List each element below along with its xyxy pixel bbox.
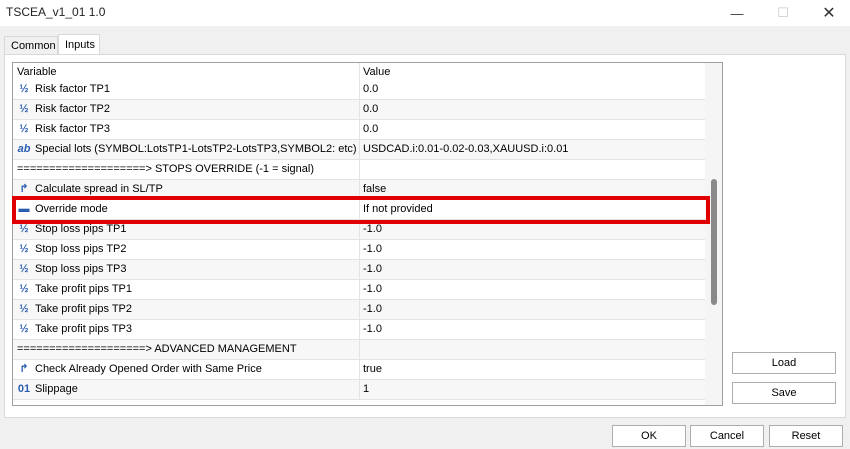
bool-arrow-icon: ↱ [19, 183, 29, 195]
row-value[interactable]: -1.0 [363, 283, 382, 295]
string-icon: ab [17, 143, 31, 155]
section-separator-row[interactable]: ====================> STOPS OVERRIDE (-1… [13, 160, 705, 180]
row-value[interactable]: 0.0 [363, 83, 378, 95]
column-header-value[interactable]: Value [363, 66, 390, 78]
table-row[interactable]: ½ Take profit pips TP2 -1.0 [13, 300, 705, 320]
row-value[interactable]: -1.0 [363, 223, 382, 235]
row-variable-name: Risk factor TP1 [35, 83, 110, 95]
row-variable-name: Risk factor TP3 [35, 123, 110, 135]
tab-common[interactable]: Common [4, 36, 58, 55]
grid-rows: ½ Risk factor TP1 0.0 ½ Risk factor TP2 0.0 ½ R… [13, 80, 705, 400]
half-icon: ½ [19, 303, 29, 315]
half-icon: ½ [19, 83, 29, 95]
scrollbar-thumb[interactable] [711, 179, 717, 305]
column-divider [359, 120, 360, 139]
half-icon: ½ [19, 263, 29, 275]
column-divider [359, 260, 360, 279]
bool-arrow-icon: ↱ [19, 363, 29, 375]
row-value[interactable]: false [363, 183, 386, 195]
column-divider [359, 160, 360, 179]
column-divider [359, 380, 360, 399]
table-row[interactable]: ½ Take profit pips TP1 -1.0 [13, 280, 705, 300]
row-value[interactable]: -1.0 [363, 243, 382, 255]
highlight-box [12, 196, 710, 224]
column-divider [359, 280, 360, 299]
grid-header: Variable Value [13, 63, 705, 81]
column-divider [359, 100, 360, 119]
row-value[interactable]: USDCAD.i:0.01-0.02-0.03,XAUUSD.i:0.01 [363, 143, 568, 155]
close-icon[interactable]: ✕ [806, 0, 850, 26]
maximize-icon[interactable]: ☐ [760, 0, 806, 26]
tab-inputs[interactable]: Inputs [58, 34, 100, 55]
title-bar: TSCEA_v1_01 1.0 — ☐ ✕ [0, 0, 850, 26]
half-icon: ½ [19, 283, 29, 295]
row-value[interactable]: -1.0 [363, 323, 382, 335]
row-variable-name: Stop loss pips TP1 [35, 223, 127, 235]
table-row[interactable]: ↱ Check Already Opened Order with Same Pr… [13, 360, 705, 380]
window-title: TSCEA_v1_01 1.0 [6, 5, 106, 19]
half-icon: ½ [19, 103, 29, 115]
row-value[interactable]: -1.0 [363, 303, 382, 315]
row-variable-name: ====================> ADVANCED MANAGEMEN… [17, 343, 297, 355]
row-variable-name: Stop loss pips TP3 [35, 263, 127, 275]
row-variable-name: Stop loss pips TP2 [35, 243, 127, 255]
column-divider [359, 80, 360, 99]
int-icon: 01 [17, 383, 31, 395]
table-row[interactable]: ½ Stop loss pips TP3 -1.0 [13, 260, 705, 280]
row-variable-name: Take profit pips TP2 [35, 303, 133, 315]
reset-button[interactable]: Reset [769, 425, 843, 447]
row-value[interactable]: 1 [363, 383, 369, 395]
row-value[interactable]: true [363, 363, 382, 375]
table-row[interactable]: ½ Stop loss pips TP2 -1.0 [13, 240, 705, 260]
half-icon: ½ [19, 123, 29, 135]
table-row[interactable]: 01 Slippage 1 [13, 380, 705, 400]
row-variable-name: Special lots (SYMBOL:LotsTP1-LotsTP2-Lot… [35, 143, 357, 155]
table-row[interactable]: ab Special lots (SYMBOL:LotsTP1-LotsTP2-L… [13, 140, 705, 160]
section-separator-row[interactable]: ====================> ADVANCED MANAGEMEN… [13, 340, 705, 360]
column-divider [359, 140, 360, 159]
column-divider [359, 63, 360, 81]
column-divider [359, 240, 360, 259]
half-icon: ½ [19, 223, 29, 235]
column-divider [359, 360, 360, 379]
load-button[interactable]: Load [732, 352, 836, 374]
column-divider [359, 340, 360, 359]
vertical-scrollbar[interactable] [705, 63, 722, 405]
table-row[interactable]: ½ Risk factor TP2 0.0 [13, 100, 705, 120]
row-variable-name: Risk factor TP2 [35, 103, 110, 115]
ok-button[interactable]: OK [612, 425, 686, 447]
row-variable-name: Slippage [35, 383, 78, 395]
half-icon: ½ [19, 243, 29, 255]
row-variable-name: Take profit pips TP3 [35, 323, 133, 335]
inputs-grid: Variable Value ½ Risk factor TP1 0.0 ½ Risk … [12, 62, 723, 406]
half-icon: ½ [19, 323, 29, 335]
row-variable-name: Check Already Opened Order with Same Pri… [35, 363, 262, 375]
row-value[interactable]: 0.0 [363, 123, 378, 135]
minimize-icon[interactable]: — [714, 0, 760, 26]
row-variable-name: ====================> STOPS OVERRIDE (-1… [17, 163, 314, 175]
save-button[interactable]: Save [732, 382, 836, 404]
table-row[interactable]: ½ Risk factor TP3 0.0 [13, 120, 705, 140]
cancel-button[interactable]: Cancel [690, 425, 764, 447]
column-header-variable[interactable]: Variable [17, 66, 57, 78]
row-value[interactable]: 0.0 [363, 103, 378, 115]
row-value[interactable]: -1.0 [363, 263, 382, 275]
column-divider [359, 300, 360, 319]
column-divider [359, 320, 360, 339]
row-variable-name: Calculate spread in SL/TP [35, 183, 163, 195]
table-row[interactable]: ½ Take profit pips TP3 -1.0 [13, 320, 705, 340]
table-row[interactable]: ½ Risk factor TP1 0.0 [13, 80, 705, 100]
row-variable-name: Take profit pips TP1 [35, 283, 133, 295]
